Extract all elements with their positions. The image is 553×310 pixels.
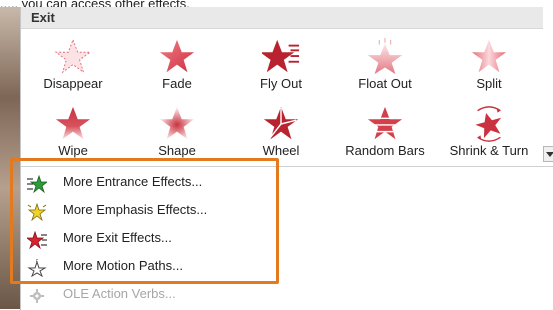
effect-wipe[interactable]: Wipe xyxy=(21,100,125,164)
effect-shape[interactable]: Shape xyxy=(125,100,229,164)
effect-label: Shrink & Turn xyxy=(449,143,529,158)
chevron-down-icon xyxy=(546,152,553,157)
effect-label: Split xyxy=(476,76,502,91)
effect-label: Fly Out xyxy=(260,76,302,91)
fade-star-icon xyxy=(159,39,195,73)
effect-split[interactable]: Split xyxy=(437,33,541,97)
split-star-icon xyxy=(471,39,507,73)
gallery-more-button[interactable] xyxy=(543,146,553,162)
wipe-star-icon xyxy=(55,106,91,140)
disappear-star-icon xyxy=(54,38,92,74)
effect-shrink-turn[interactable]: Shrink & Turn xyxy=(437,100,541,164)
menu-item-label: OLE Action Verbs... xyxy=(63,286,176,301)
effect-fade[interactable]: Fade xyxy=(125,33,229,97)
effect-fly-out[interactable]: Fly Out xyxy=(229,33,333,97)
shape-star-icon xyxy=(159,106,195,140)
effect-label: Fade xyxy=(162,76,192,91)
gear-icon xyxy=(30,289,44,303)
effect-label: Wipe xyxy=(58,143,88,158)
effect-random-bars[interactable]: Random Bars xyxy=(333,100,437,164)
float-out-star-icon xyxy=(367,38,403,75)
animation-gallery: Exit Disappear Fade Fly Out Float Out Sp… xyxy=(20,7,553,166)
effect-label: Disappear xyxy=(43,76,103,91)
random-bars-star-icon xyxy=(366,106,404,140)
shrink-turn-star-icon xyxy=(475,106,502,142)
effect-float-out[interactable]: Float Out xyxy=(333,33,437,97)
effect-label: Wheel xyxy=(262,143,300,158)
effect-label: Float Out xyxy=(358,76,412,91)
cropped-instruction-text: ...., you can access other effects. xyxy=(0,0,553,7)
menu-item-ole-action-verbs: OLE Action Verbs... xyxy=(21,281,281,309)
effect-wheel[interactable]: Wheel xyxy=(229,100,333,164)
highlight-box xyxy=(10,158,279,284)
effect-label: Random Bars xyxy=(345,143,425,158)
wheel-star-icon xyxy=(263,106,299,140)
effect-disappear[interactable]: Disappear xyxy=(21,33,125,97)
section-header-exit: Exit xyxy=(21,7,543,29)
effect-label: Shape xyxy=(158,143,196,158)
exit-effects-grid: Disappear Fade Fly Out Float Out Split W… xyxy=(21,33,543,166)
fly-out-star-icon xyxy=(262,39,300,73)
